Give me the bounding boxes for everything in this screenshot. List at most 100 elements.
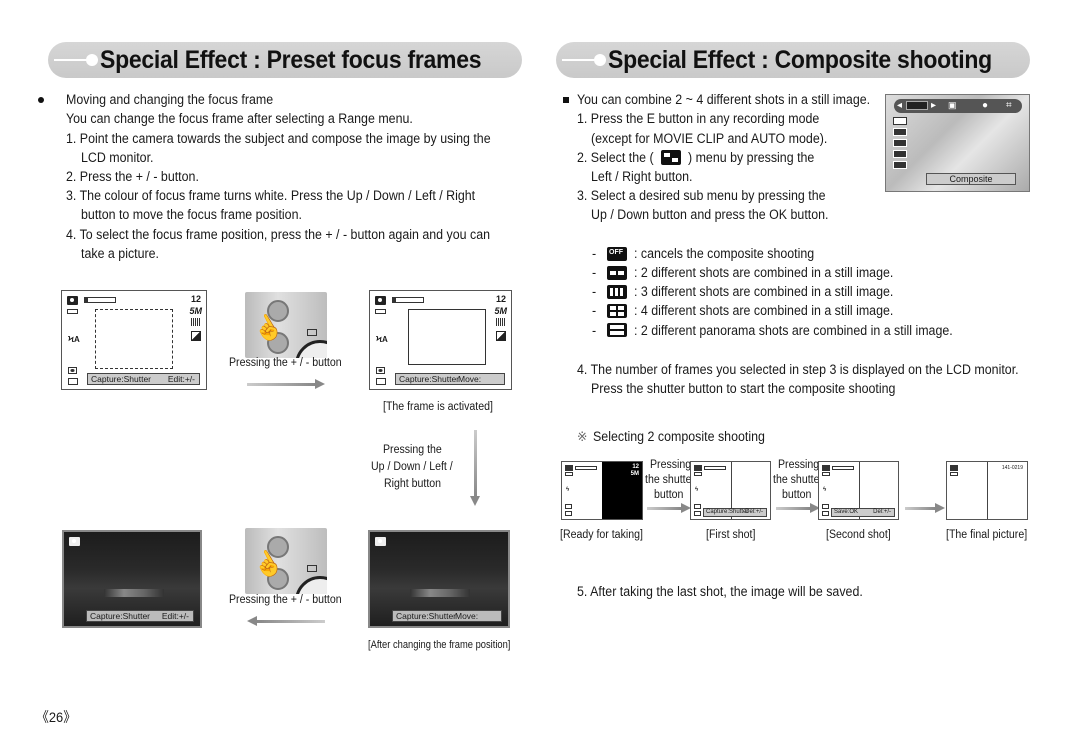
bullet-icon [38,97,44,103]
camera-button-photo: ☝ [245,528,327,594]
three-shots-option-icon [893,139,907,147]
off-option-icon [893,117,907,125]
camera-mode-icon [375,537,386,546]
shot-count: 12 [495,294,506,304]
composite-label: Composite [926,173,1016,185]
arrow-right [647,503,691,513]
composite-tab-icon [906,101,928,110]
four-shots-icon [607,304,627,318]
option-dash: - [592,284,597,299]
palette-icon: ● [982,100,989,111]
step-2: 2. Press the + / - button. [66,169,199,184]
section-header-preset-focus: Special Effect : Preset focus frames [48,42,522,78]
zoom-bar [84,297,116,303]
intro-text: You can change the focus frame after sel… [66,111,413,126]
res-text: 5M [630,471,639,477]
status-edit: Edit:+/- [167,374,195,384]
battery-icon [565,472,573,476]
arrow-right [247,379,325,389]
file-number: 141-0219 [1001,465,1023,471]
sharpness-icon [191,331,201,341]
caption-second: [Second shot] [826,529,891,541]
flash-icon: ϟ [566,487,570,493]
arrow-left [247,616,325,626]
menu-top-bar: ◂ ▸ ▣ ● ⌗ [894,99,1022,113]
battery-icon [67,309,78,314]
metering-icon [376,367,385,374]
drive-icon [376,378,386,385]
two-shots-option-icon [893,128,907,136]
quality-icon [191,318,200,326]
composite-step-1-cont: (except for MOVIE CLIP and AUTO mode). [591,131,828,146]
option-three-text: : 3 different shots are combined in a st… [634,284,894,299]
resolution-icon: 5M [189,306,202,316]
bullet-heading: Moving and changing the focus frame [66,92,274,107]
chevron-right-icon: ▸ [931,100,937,111]
drive-icon [68,378,78,385]
arrow-right [776,503,820,513]
camera-mode-icon [822,465,830,471]
arrow-down [470,430,480,506]
composite-step-1: 1. Press the E button in any recording m… [577,111,820,126]
note-mark: ※ [577,429,588,444]
sharpness-icon [496,331,506,341]
header-dot-decoration [86,54,98,66]
shot-count: 12 5M [631,464,639,478]
header-line-decoration [54,59,88,61]
lcd-status-bar: Capture:Shutter Move: [395,373,505,385]
composite-step-2b: ) menu by pressing the [688,150,815,165]
chevron-left-icon: ◂ [897,100,903,111]
status-move: Move: [458,374,482,384]
seq-pressing-b3: button [782,489,812,501]
composite-step-4-cont: Press the shutter button to start the co… [591,381,896,396]
option-dash: - [592,265,597,280]
battery-icon [694,472,702,476]
panorama-option-icon [893,161,907,169]
status-right: Del:+/- [745,509,763,515]
metering-icon [694,504,701,509]
status-left: Save:OK [834,509,859,515]
image-stripe [104,589,164,597]
composite-intro: You can combine 2 ~ 4 different shots in… [577,92,871,107]
status-left: Capture:Shutter [706,509,749,515]
lcd-status-bar: Capture:Shutter Edit:+/- [86,610,194,622]
lcd-screen-activated: 12 5M ϞA Capture:Shutter Move: [369,290,512,390]
photo-frame-icon: ▣ [948,100,957,110]
step-1: 1. Point the camera towards the subject … [66,131,491,146]
menu-icon [307,329,317,336]
status-capture: Capture:Shutter [399,374,460,384]
battery-icon [375,309,386,314]
zoom-bar [832,466,854,470]
option-off-text: : cancels the composite shooting [634,246,815,261]
camera-button-photo: ☝ [245,292,327,358]
seq-ready: ϟ 12 5M [561,461,643,520]
quality-icon [496,318,505,326]
pressing-pm-caption-2: Pressing the + / - button [229,594,342,606]
step-3: 3. The colour of focus frame turns white… [66,188,476,203]
camera-mode-icon [375,296,386,305]
flash-icon: ϟ [823,487,827,493]
composite-menu-screenshot: ◂ ▸ ▣ ● ⌗ Composite [885,94,1030,192]
frame-activated-caption: [The frame is activated] [383,401,493,413]
status-capture: Capture:Shutter [396,611,457,621]
resolution-icon: 5M [494,306,507,316]
lcd-status-bar: Capture:Shutter Edit:+/- [87,373,200,385]
option-four-text: : 4 different shots are combined in a st… [634,303,894,318]
zoom-bar [392,297,424,303]
flash-icon: ϞA [68,335,80,344]
section-title: Special Effect : Preset focus frames [100,46,482,74]
status-right: Del:+/- [873,509,891,515]
caption-first: [First shot] [706,529,756,541]
zoom-bar [575,466,597,470]
seq-status-bar: Save:OK Del:+/- [831,508,895,517]
step-3-cont: button to move the focus frame position. [81,207,302,222]
square-bullet-icon [563,97,569,103]
metering-icon [822,504,829,509]
flash-icon: ϞA [376,335,388,344]
metering-icon [68,367,77,374]
option-dash: - [592,323,597,338]
lcd-screen-dark-move: Capture:Shutter Move: [368,530,510,628]
status-capture: Capture:Shutter [91,374,152,384]
playback-icon [950,465,958,471]
metering-icon [565,504,572,509]
